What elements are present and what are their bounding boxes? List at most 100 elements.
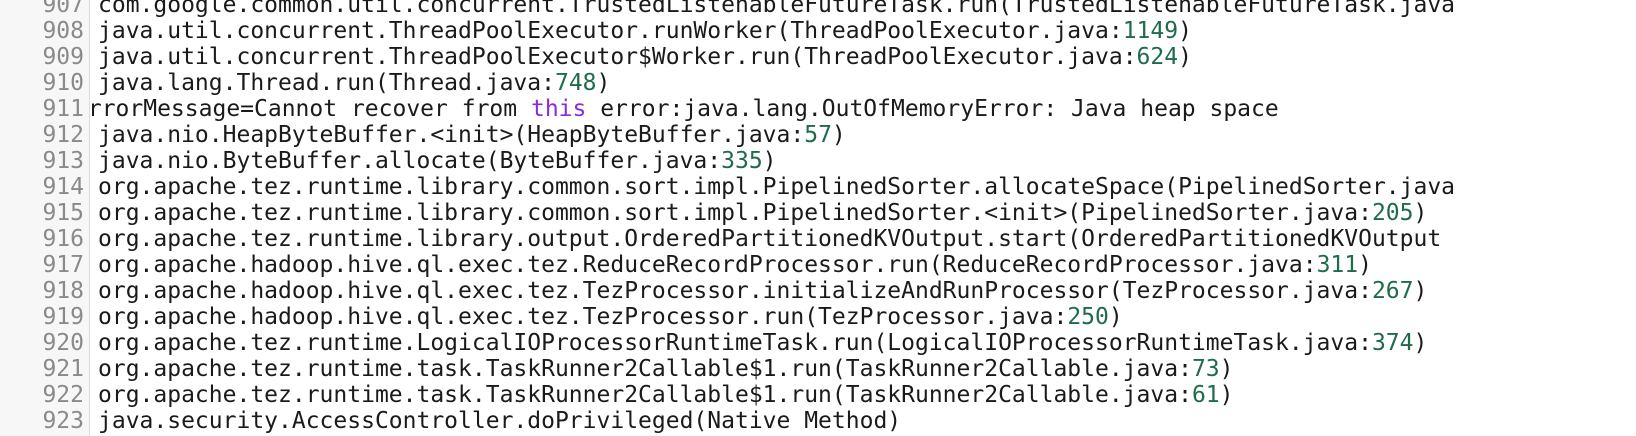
text-token: org.apache.tez.runtime.task.TaskRunner2C… — [98, 382, 1192, 408]
number-token: 250 — [1067, 304, 1109, 330]
text-token: ) — [1108, 304, 1123, 330]
code-line[interactable]: 911 ErrorMessage=Cannot recover from this… — [0, 96, 1636, 122]
line-number: 907 — [42, 0, 84, 18]
text-token: org.apache.hadoop.hive.ql.exec.tez.Reduc… — [98, 252, 1317, 278]
text-token: java.security.AccessController.doPrivile… — [98, 408, 902, 434]
number-token: 374 — [1371, 330, 1414, 356]
line-number: 918 — [42, 278, 84, 304]
code-clip: org.apache.hadoop.hive.ql.exec.tez.TezPr… — [92, 304, 1636, 330]
code-text: java.util.concurrent.ThreadPoolExecutor.… — [98, 18, 1192, 44]
text-token: com.google.common.util.concurrent.Truste… — [98, 0, 1456, 18]
text-token: org.apache.hadoop.hive.ql.exec.tez.TezPr… — [98, 304, 1068, 330]
code-clip: ErrorMessage=Cannot recover from this er… — [92, 96, 1636, 122]
number-token: 205 — [1371, 200, 1414, 226]
line-number: 923 — [42, 408, 84, 434]
text-token: java.util.concurrent.ThreadPoolExecutor$… — [98, 44, 1137, 70]
line-number: 920 — [42, 330, 84, 356]
code-clip: com.google.common.util.concurrent.Truste… — [92, 0, 1636, 18]
code-text: java.nio.HeapByteBuffer.<init>(HeapByteB… — [98, 122, 846, 148]
text-token: ) — [762, 148, 777, 174]
code-line[interactable]: 917 org.apache.hadoop.hive.ql.exec.tez.Re… — [0, 252, 1636, 278]
code-line[interactable]: 915 org.apache.tez.runtime.library.common… — [0, 200, 1636, 226]
code-line[interactable]: 921 org.apache.tez.runtime.task.TaskRunne… — [0, 356, 1636, 382]
code-line[interactable]: 913 java.nio.ByteBuffer.allocate(ByteBuff… — [0, 148, 1636, 174]
code-line[interactable]: 914 org.apache.tez.runtime.library.common… — [0, 174, 1636, 200]
code-clip: java.util.concurrent.ThreadPoolExecutor$… — [92, 44, 1636, 70]
line-number: 914 — [42, 174, 84, 200]
line-number: 909 — [42, 44, 84, 70]
code-line[interactable]: 916 org.apache.tez.runtime.library.output… — [0, 226, 1636, 252]
code-clip: org.apache.tez.runtime.LogicalIOProcesso… — [92, 330, 1636, 356]
code-text: java.util.concurrent.ThreadPoolExecutor$… — [98, 44, 1192, 70]
code-clip: org.apache.hadoop.hive.ql.exec.tez.TezPr… — [92, 278, 1636, 304]
text-token: ) — [1413, 278, 1428, 304]
text-token: ) — [831, 122, 846, 148]
code-line[interactable]: 918 org.apache.hadoop.hive.ql.exec.tez.Te… — [0, 278, 1636, 304]
code-text: java.security.AccessController.doPrivile… — [98, 408, 901, 434]
code-text: org.apache.tez.runtime.library.common.so… — [98, 200, 1427, 226]
number-token: 61 — [1191, 382, 1220, 408]
code-text: com.google.common.util.concurrent.Truste… — [98, 0, 1455, 18]
number-token: 57 — [804, 122, 832, 148]
code-line[interactable]: 909 java.util.concurrent.ThreadPoolExecut… — [0, 44, 1636, 70]
code-text: org.apache.hadoop.hive.ql.exec.tez.TezPr… — [98, 278, 1427, 304]
code-lines: 907 com.google.common.util.concurrent.Tru… — [0, 0, 1636, 434]
code-clip: org.apache.tez.runtime.library.common.so… — [92, 200, 1636, 226]
code-clip: org.apache.tez.runtime.task.TaskRunner2C… — [92, 382, 1636, 408]
code-clip: java.nio.ByteBuffer.allocate(ByteBuffer.… — [92, 148, 1636, 174]
code-line[interactable]: 919 org.apache.hadoop.hive.ql.exec.tez.Te… — [0, 304, 1636, 330]
text-token: org.apache.tez.runtime.library.output.Or… — [98, 226, 1442, 252]
code-line[interactable]: 922 org.apache.tez.runtime.task.TaskRunne… — [0, 382, 1636, 408]
text-token: org.apache.hadoop.hive.ql.exec.tez.TezPr… — [98, 278, 1372, 304]
text-token: ) — [1178, 18, 1192, 44]
code-text: org.apache.tez.runtime.task.TaskRunner2C… — [98, 356, 1234, 382]
number-token: 335 — [721, 148, 763, 174]
code-clip: java.nio.HeapByteBuffer.<init>(HeapByteB… — [92, 122, 1636, 148]
code-editor[interactable]: 907 com.google.common.util.concurrent.Tru… — [0, 0, 1636, 436]
line-number: 910 — [42, 70, 84, 96]
number-token: 311 — [1316, 252, 1359, 278]
line-number: 912 — [42, 122, 84, 148]
text-token: org.apache.tez.runtime.library.common.so… — [98, 174, 1456, 200]
code-line[interactable]: 908 java.util.concurrent.ThreadPoolExecut… — [0, 18, 1636, 44]
code-line[interactable]: 923 java.security.AccessController.doPriv… — [0, 408, 1636, 434]
code-line[interactable]: 907 com.google.common.util.concurrent.Tru… — [0, 0, 1636, 18]
code-text: org.apache.tez.runtime.task.TaskRunner2C… — [98, 382, 1234, 408]
text-token: error:java.lang.OutOfMemoryError: Java h… — [586, 96, 1279, 122]
text-token: org.apache.tez.runtime.library.common.so… — [98, 200, 1372, 226]
code-text: ErrorMessage=Cannot recover from this er… — [92, 96, 1279, 122]
text-token: java.nio.HeapByteBuffer.<init>(HeapByteB… — [98, 122, 805, 148]
code-text: java.nio.ByteBuffer.allocate(ByteBuffer.… — [98, 148, 777, 174]
number-token: 267 — [1371, 278, 1414, 304]
text-token: ErrorMessage=Cannot recover from — [92, 96, 531, 122]
line-number: 915 — [42, 200, 84, 226]
number-token: 73 — [1191, 356, 1220, 382]
text-token: ) — [1219, 382, 1234, 408]
line-number: 919 — [42, 304, 84, 330]
code-line[interactable]: 910 java.lang.Thread.run(Thread.java:748) — [0, 70, 1636, 96]
number-token: 624 — [1136, 44, 1179, 70]
text-token: ) — [596, 70, 611, 96]
code-line[interactable]: 912 java.nio.HeapByteBuffer.<init>(HeapBy… — [0, 122, 1636, 148]
line-number: 922 — [42, 382, 84, 408]
code-clip: org.apache.hadoop.hive.ql.exec.tez.Reduc… — [92, 252, 1636, 278]
number-token: 1149 — [1122, 18, 1179, 44]
text-token: java.util.concurrent.ThreadPoolExecutor.… — [98, 18, 1123, 44]
line-number: 921 — [42, 356, 84, 382]
text-token: java.lang.Thread.run(Thread.java: — [98, 70, 555, 96]
code-text: org.apache.tez.runtime.LogicalIOProcesso… — [98, 330, 1427, 356]
code-line[interactable]: 920 org.apache.tez.runtime.LogicalIOProce… — [0, 330, 1636, 356]
text-token: org.apache.tez.runtime.LogicalIOProcesso… — [98, 330, 1372, 356]
line-number: 908 — [42, 18, 84, 44]
code-text: org.apache.hadoop.hive.ql.exec.tez.TezPr… — [98, 304, 1123, 330]
number-token: 748 — [554, 70, 597, 96]
line-number: 913 — [42, 148, 84, 174]
code-text: org.apache.tez.runtime.library.output.Or… — [98, 226, 1441, 252]
code-clip: java.util.concurrent.ThreadPoolExecutor.… — [92, 18, 1636, 44]
keyword-token: this — [530, 96, 587, 122]
code-text: java.lang.Thread.run(Thread.java:748) — [98, 70, 610, 96]
text-token: ) — [1219, 356, 1234, 382]
text-token: ) — [1358, 252, 1372, 278]
code-clip: org.apache.tez.runtime.library.output.Or… — [92, 226, 1636, 252]
text-token: org.apache.tez.runtime.task.TaskRunner2C… — [98, 356, 1192, 382]
